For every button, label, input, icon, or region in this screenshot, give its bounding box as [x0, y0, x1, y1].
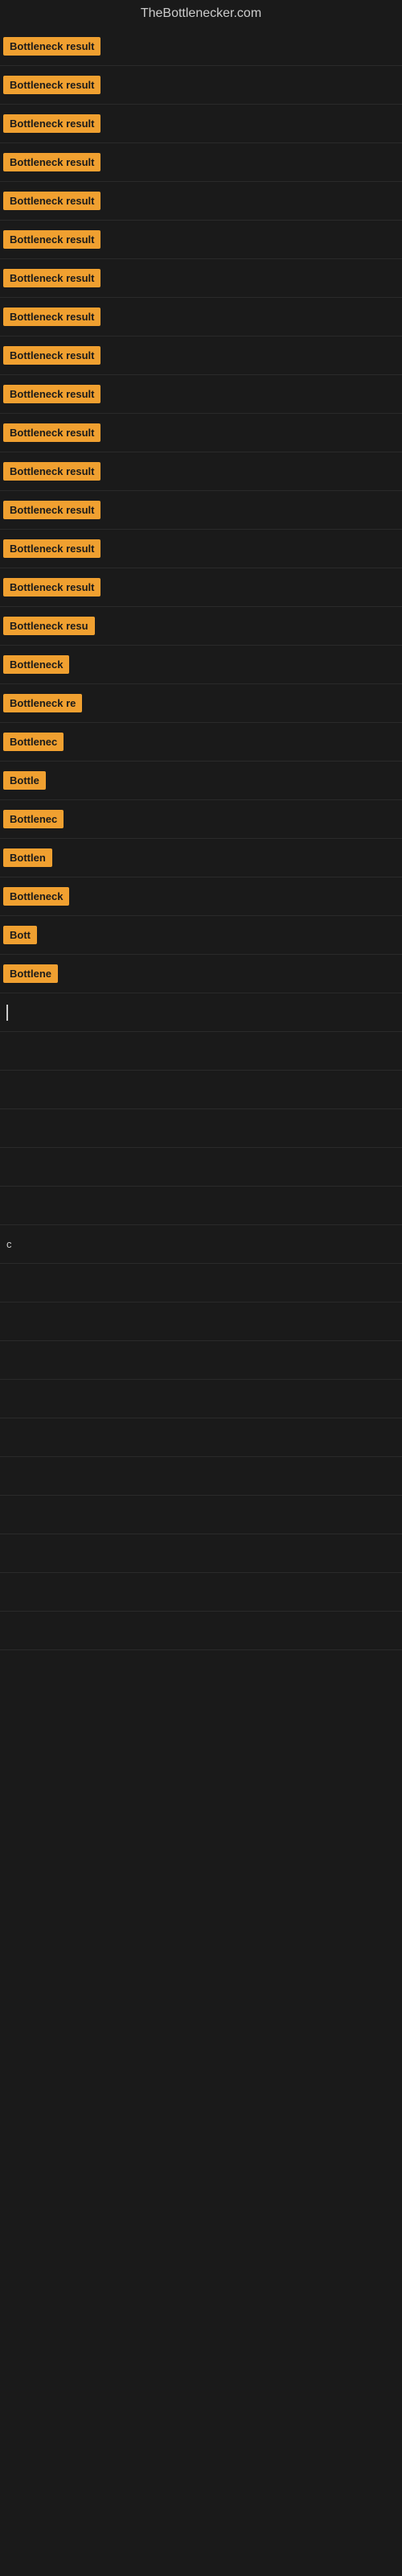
bottleneck-result-badge[interactable]: Bott: [3, 926, 37, 944]
list-item: Bottleneck: [0, 877, 402, 916]
list-item: Bottleneck result: [0, 568, 402, 607]
bottleneck-result-badge[interactable]: Bottleneck result: [3, 37, 100, 56]
list-item: Bottleneck result: [0, 375, 402, 414]
bottleneck-result-badge[interactable]: Bottleneck result: [3, 385, 100, 403]
bottleneck-result-badge[interactable]: Bottlenec: [3, 810, 64, 828]
bottleneck-result-badge[interactable]: Bottleneck resu: [3, 617, 95, 635]
list-item: [0, 1148, 402, 1187]
list-item: [0, 1457, 402, 1496]
list-item: [0, 1573, 402, 1612]
list-item: [0, 1264, 402, 1302]
list-item: Bott: [0, 916, 402, 955]
bottleneck-result-badge[interactable]: Bottlenec: [3, 733, 64, 751]
list-item: Bottleneck result: [0, 182, 402, 221]
rows-container: Bottleneck result Bottleneck result Bottle…: [0, 27, 402, 1650]
bottleneck-result-badge[interactable]: Bottleneck result: [3, 346, 100, 365]
list-item: Bottleneck result: [0, 143, 402, 182]
list-item: Bottlenec: [0, 800, 402, 839]
list-item: [0, 1302, 402, 1341]
bottleneck-result-badge[interactable]: Bottleneck re: [3, 694, 82, 712]
bottleneck-result-badge[interactable]: Bottleneck: [3, 655, 69, 674]
list-item: Bottleneck result: [0, 491, 402, 530]
bottleneck-result-badge[interactable]: Bottleneck result: [3, 501, 100, 519]
list-item: [0, 1418, 402, 1457]
list-item: [0, 1612, 402, 1650]
bottleneck-result-badge[interactable]: Bottleneck result: [3, 269, 100, 287]
list-item: Bottleneck result: [0, 452, 402, 491]
bottleneck-result-badge[interactable]: Bottleneck result: [3, 539, 100, 558]
list-item: Bottleneck result: [0, 221, 402, 259]
bottleneck-result-badge[interactable]: Bottleneck: [3, 887, 69, 906]
list-item: [0, 1109, 402, 1148]
bottleneck-result-badge[interactable]: Bottlen: [3, 848, 52, 867]
list-item: Bottlene: [0, 955, 402, 993]
list-item: [0, 1341, 402, 1380]
bottleneck-result-badge[interactable]: Bottleneck result: [3, 192, 100, 210]
list-item: Bottleneck resu: [0, 607, 402, 646]
list-item: [0, 1380, 402, 1418]
bottleneck-result-badge[interactable]: Bottleneck result: [3, 76, 100, 94]
list-item: Bottleneck result: [0, 414, 402, 452]
list-item: Bottleneck result: [0, 336, 402, 375]
bottleneck-result-badge[interactable]: Bottleneck result: [3, 153, 100, 171]
list-item: Bottleneck result: [0, 298, 402, 336]
list-item: Bottleneck result: [0, 66, 402, 105]
list-item: Bottlenec: [0, 723, 402, 762]
bottleneck-result-badge[interactable]: Bottleneck result: [3, 308, 100, 326]
bottleneck-result-badge[interactable]: Bottleneck result: [3, 462, 100, 481]
list-item: [0, 1032, 402, 1071]
list-item: [0, 1534, 402, 1573]
site-title: TheBottlenecker.com: [0, 0, 402, 27]
list-item: c: [0, 1225, 402, 1264]
list-item: [0, 1187, 402, 1225]
bottleneck-result-badge[interactable]: Bottleneck result: [3, 114, 100, 133]
list-item: [0, 1071, 402, 1109]
list-item: Bottleneck result: [0, 27, 402, 66]
list-item: [0, 1496, 402, 1534]
list-item: Bottleneck result: [0, 530, 402, 568]
bottleneck-result-badge[interactable]: Bottlene: [3, 964, 58, 983]
list-item: Bottleneck re: [0, 684, 402, 723]
bottleneck-result-badge[interactable]: Bottleneck result: [3, 423, 100, 442]
list-item: Bottlen: [0, 839, 402, 877]
list-item: Bottleneck result: [0, 105, 402, 143]
cursor-indicator: [6, 1005, 8, 1021]
bottleneck-result-badge[interactable]: Bottle: [3, 771, 46, 790]
list-item: Bottleneck: [0, 646, 402, 684]
single-char-text: c: [6, 1238, 12, 1250]
bottleneck-result-badge[interactable]: Bottleneck result: [3, 578, 100, 597]
list-item: Bottle: [0, 762, 402, 800]
list-item: Bottleneck result: [0, 259, 402, 298]
list-item: [0, 993, 402, 1032]
bottleneck-result-badge[interactable]: Bottleneck result: [3, 230, 100, 249]
